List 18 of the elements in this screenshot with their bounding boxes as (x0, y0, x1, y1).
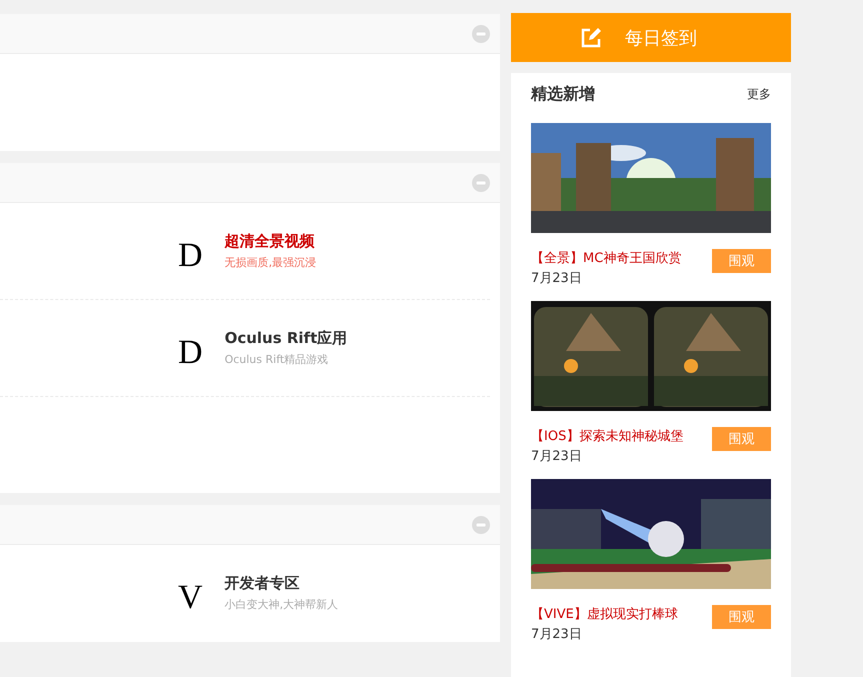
forum-icon[interactable]: D (178, 326, 203, 370)
article-link[interactable]: 【全景】MC神奇王国欣赏 (531, 249, 682, 267)
forum-icon[interactable]: V (178, 571, 203, 615)
article-link[interactable]: 【IOS】探索未知神秘城堡 (531, 427, 684, 445)
forum-title[interactable]: 开发者专区 (224, 574, 338, 593)
forum-description: 小白变大神,大神帮新人 (224, 597, 338, 612)
more-link[interactable]: 更多 (747, 86, 771, 102)
article-link[interactable]: 【VIVE】虚拟现实打棒球 (531, 605, 678, 623)
article-date: 7月23日 (531, 626, 583, 643)
forum-description: 无损画质,最强沉浸 (224, 255, 316, 270)
forum-title[interactable]: 超清全景视频 (224, 232, 316, 251)
forum-icon[interactable]: D (178, 229, 203, 273)
article-date: 7月23日 (531, 448, 583, 465)
forum-title[interactable]: Oculus Rift应用 (224, 329, 348, 348)
article-date: 7月23日 (531, 270, 583, 287)
forum-description: Oculus Rift精品游戏 (224, 352, 330, 367)
panel-title: 精选新增 (531, 84, 595, 104)
edit-icon (581, 28, 601, 48)
